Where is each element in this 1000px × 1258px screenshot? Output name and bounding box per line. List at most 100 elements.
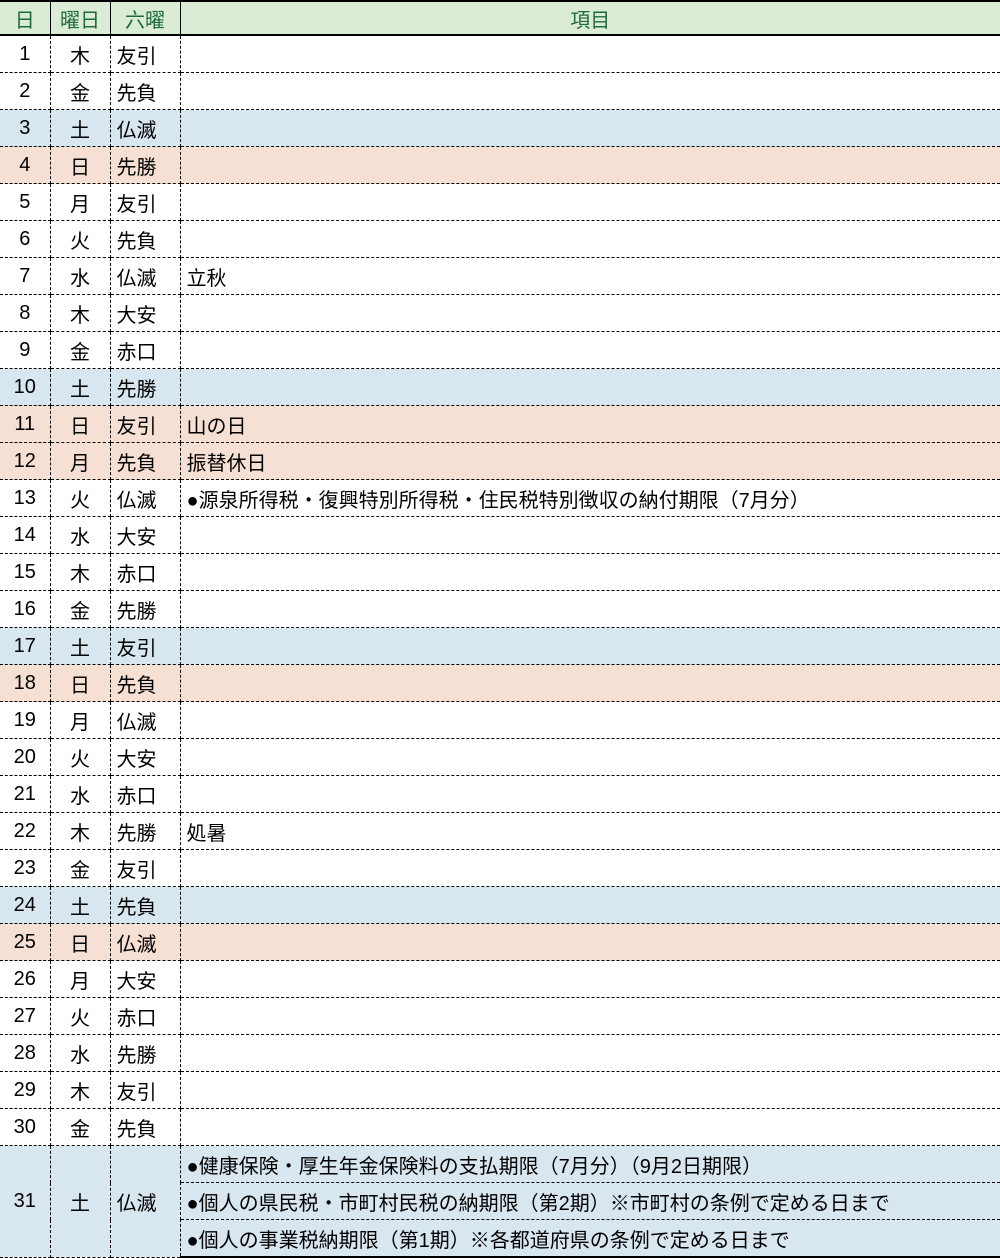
cell-day: 21 — [0, 776, 50, 813]
calendar-table: 日 曜日 六曜 項目 1木友引2金先負3土仏滅4日先勝5月友引6火先負7水仏滅立… — [0, 0, 1000, 1258]
cell-weekday: 月 — [50, 961, 110, 998]
cell-weekday: 土 — [50, 369, 110, 406]
cell-rokuyo: 先負 — [110, 665, 180, 702]
cell-weekday: 水 — [50, 258, 110, 295]
cell-rokuyo: 仏滅 — [110, 110, 180, 147]
table-row: 29木友引 — [0, 1072, 1000, 1109]
cell-rokuyo: 仏滅 — [110, 702, 180, 739]
cell-rokuyo: 先勝 — [110, 147, 180, 184]
cell-rokuyo: 大安 — [110, 961, 180, 998]
cell-weekday: 月 — [50, 443, 110, 480]
cell-weekday: 火 — [50, 480, 110, 517]
cell-item — [180, 35, 1000, 73]
cell-rokuyo: 友引 — [110, 406, 180, 443]
table-row: 9金赤口 — [0, 332, 1000, 369]
cell-item — [180, 776, 1000, 813]
cell-day: 18 — [0, 665, 50, 702]
table-row: 12月先負振替休日 — [0, 443, 1000, 480]
cell-item — [180, 110, 1000, 147]
cell-weekday: 土 — [50, 628, 110, 665]
cell-rokuyo: 大安 — [110, 739, 180, 776]
cell-rokuyo: 先勝 — [110, 1035, 180, 1072]
cell-weekday: 土 — [50, 1146, 110, 1258]
table-row: 27火赤口 — [0, 998, 1000, 1035]
cell-rokuyo: 先勝 — [110, 369, 180, 406]
cell-rokuyo: 友引 — [110, 628, 180, 665]
cell-item: 山の日 — [180, 406, 1000, 443]
cell-rokuyo: 赤口 — [110, 332, 180, 369]
cell-rokuyo: 先負 — [110, 221, 180, 258]
table-row: 17土友引 — [0, 628, 1000, 665]
table-row: 16金先勝 — [0, 591, 1000, 628]
header-item: 項目 — [180, 1, 1000, 35]
cell-day: 25 — [0, 924, 50, 961]
cell-day: 13 — [0, 480, 50, 517]
cell-item — [180, 295, 1000, 332]
cell-item — [180, 961, 1000, 998]
table-row: 19月仏滅 — [0, 702, 1000, 739]
cell-item — [180, 739, 1000, 776]
cell-day: 29 — [0, 1072, 50, 1109]
table-row: 28水先勝 — [0, 1035, 1000, 1072]
cell-rokuyo: 先勝 — [110, 591, 180, 628]
cell-weekday: 土 — [50, 887, 110, 924]
table-row: 25日仏滅 — [0, 924, 1000, 961]
table-row: 6火先負 — [0, 221, 1000, 258]
cell-weekday: 火 — [50, 739, 110, 776]
cell-weekday: 土 — [50, 110, 110, 147]
cell-day: 11 — [0, 406, 50, 443]
table-row: 20火大安 — [0, 739, 1000, 776]
cell-day: 9 — [0, 332, 50, 369]
cell-day: 6 — [0, 221, 50, 258]
table-row: 3土仏滅 — [0, 110, 1000, 147]
header-row: 日 曜日 六曜 項目 — [0, 1, 1000, 35]
cell-rokuyo: 大安 — [110, 517, 180, 554]
cell-rokuyo: 友引 — [110, 35, 180, 73]
cell-rokuyo: 大安 — [110, 295, 180, 332]
cell-weekday: 日 — [50, 147, 110, 184]
cell-weekday: 水 — [50, 776, 110, 813]
cell-day: 4 — [0, 147, 50, 184]
cell-rokuyo: 仏滅 — [110, 480, 180, 517]
cell-weekday: 月 — [50, 184, 110, 221]
cell-rokuyo: 仏滅 — [110, 1146, 180, 1258]
cell-rokuyo: 友引 — [110, 1072, 180, 1109]
cell-weekday: 木 — [50, 813, 110, 850]
cell-day: 23 — [0, 850, 50, 887]
cell-item — [180, 332, 1000, 369]
cell-item: 振替休日 — [180, 443, 1000, 480]
cell-day: 17 — [0, 628, 50, 665]
cell-weekday: 金 — [50, 73, 110, 110]
cell-day: 20 — [0, 739, 50, 776]
cell-day: 24 — [0, 887, 50, 924]
table-row: 24土先負 — [0, 887, 1000, 924]
cell-day: 12 — [0, 443, 50, 480]
cell-item — [180, 628, 1000, 665]
cell-weekday: 木 — [50, 295, 110, 332]
table-row: 26月大安 — [0, 961, 1000, 998]
cell-day: 2 — [0, 73, 50, 110]
cell-day: 10 — [0, 369, 50, 406]
table-row: 22木先勝処暑 — [0, 813, 1000, 850]
cell-weekday: 日 — [50, 665, 110, 702]
cell-weekday: 火 — [50, 998, 110, 1035]
header-weekday: 曜日 — [50, 1, 110, 35]
table-row: 1木友引 — [0, 35, 1000, 73]
cell-rokuyo: 赤口 — [110, 554, 180, 591]
cell-item — [180, 702, 1000, 739]
cell-item: ●源泉所得税・復興特別所得税・住民税特別徴収の納付期限（7月分） — [180, 480, 1000, 517]
cell-item — [180, 665, 1000, 702]
cell-item — [180, 221, 1000, 258]
cell-item: 立秋 — [180, 258, 1000, 295]
cell-day: 3 — [0, 110, 50, 147]
cell-item — [180, 591, 1000, 628]
table-row: 7水仏滅立秋 — [0, 258, 1000, 295]
cell-item — [180, 1109, 1000, 1146]
cell-day: 26 — [0, 961, 50, 998]
cell-item — [180, 998, 1000, 1035]
cell-item: ●個人の県民税・市町村民税の納期限（第2期）※市町村の条例で定める日まで — [180, 1183, 1000, 1220]
cell-weekday: 水 — [50, 517, 110, 554]
cell-day: 28 — [0, 1035, 50, 1072]
cell-item — [180, 147, 1000, 184]
cell-item — [180, 73, 1000, 110]
